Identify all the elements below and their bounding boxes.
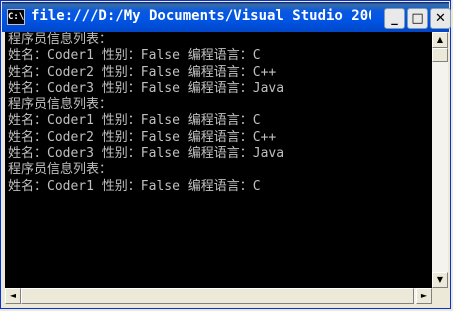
scroll-left-arrow-icon[interactable]: ◄ bbox=[5, 288, 21, 304]
console-line: 姓名：Coder3 性别：False 编程语言：Java bbox=[8, 146, 285, 162]
title-bar[interactable]: C:\ file:///D:/My Documents/Visual Studi… bbox=[2, 2, 451, 32]
size-grip[interactable] bbox=[432, 288, 448, 304]
console-app-icon[interactable]: C:\ bbox=[7, 9, 25, 25]
horizontal-scroll-thumb[interactable] bbox=[21, 288, 414, 304]
console-line: 姓名：Coder3 性别：False 编程语言：Java bbox=[8, 80, 285, 96]
scroll-down-arrow-icon[interactable]: ▼ bbox=[432, 272, 448, 288]
console-line: 姓名：Coder2 性别：False 编程语言：C++ bbox=[8, 129, 277, 145]
console-line: 程序员信息列表： bbox=[8, 162, 113, 178]
vertical-scrollbar[interactable]: ▲ ▼ bbox=[432, 32, 448, 288]
scroll-right-arrow-icon[interactable]: ► bbox=[416, 288, 432, 304]
minimize-button[interactable]: _ bbox=[384, 8, 405, 29]
maximize-button[interactable]: □ bbox=[407, 8, 428, 29]
window-title: file:///D:/My Documents/Visual Studio 20… bbox=[31, 8, 371, 24]
console-line: 程序员信息列表： bbox=[8, 97, 113, 113]
console-line: 姓名：Coder1 性别：False 编程语言：C bbox=[8, 48, 261, 64]
vertical-scroll-thumb[interactable] bbox=[432, 48, 448, 62]
close-button[interactable]: ✕ bbox=[430, 8, 451, 29]
horizontal-scrollbar[interactable]: ◄ ► bbox=[5, 288, 432, 304]
console-line: 姓名：Coder2 性别：False 编程语言：C++ bbox=[8, 64, 277, 80]
console-line: 姓名：Coder1 性别：False 编程语言：C bbox=[8, 178, 261, 194]
console-window: C:\ file:///D:/My Documents/Visual Studi… bbox=[0, 0, 451, 309]
console-line: 姓名：Coder1 性别：False 编程语言：C bbox=[8, 113, 261, 129]
console-output[interactable]: 程序员信息列表： 姓名：Coder1 性别：False 编程语言：C 姓名：Co… bbox=[5, 32, 432, 288]
scroll-up-arrow-icon[interactable]: ▲ bbox=[432, 32, 448, 48]
console-line: 程序员信息列表： bbox=[8, 32, 113, 47]
